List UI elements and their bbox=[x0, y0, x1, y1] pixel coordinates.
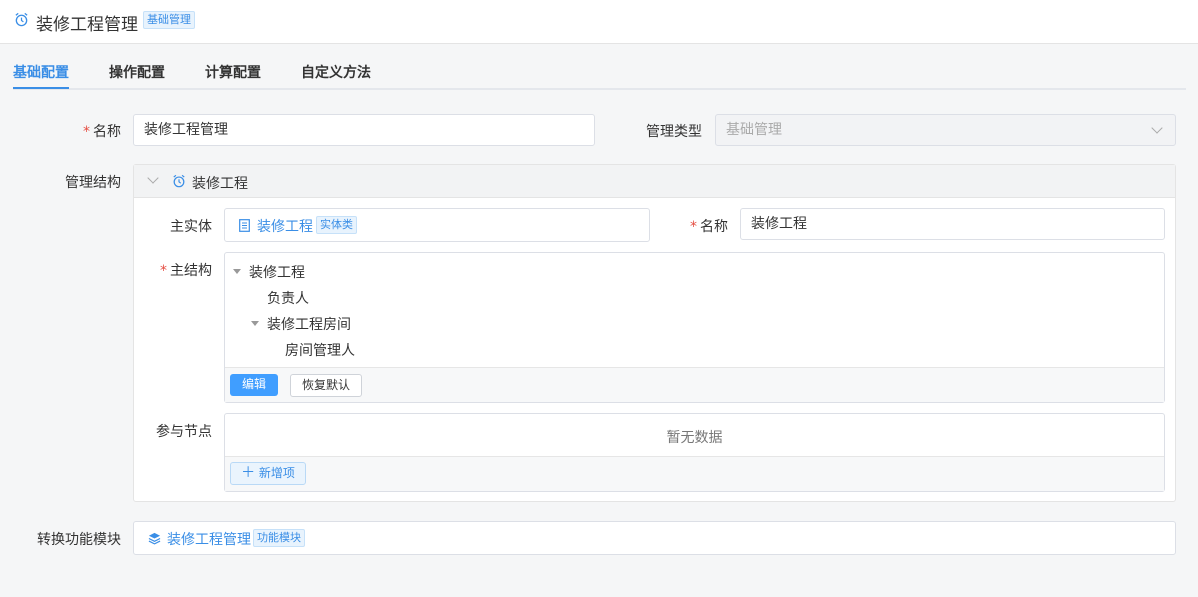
tab-active-indicator bbox=[13, 87, 69, 89]
tree-node-room[interactable]: 装修工程房间 bbox=[267, 314, 351, 334]
entity-name-label: * 名称 bbox=[690, 219, 728, 235]
document-icon bbox=[239, 219, 250, 232]
convert-module-field[interactable]: 装修工程管理 功能模块 bbox=[133, 521, 1176, 555]
chevron-down-icon bbox=[1151, 122, 1163, 134]
page-title-tag: 基础管理 bbox=[143, 11, 195, 29]
tree-node-owner[interactable]: 负责人 bbox=[267, 288, 309, 308]
page-header: 装修工程管理 基础管理 bbox=[0, 0, 1198, 44]
chevron-down-icon bbox=[147, 172, 159, 184]
main-entity-tag: 实体类 bbox=[316, 216, 357, 234]
page-title: 装修工程管理 bbox=[36, 15, 138, 35]
empty-text: 暂无数据 bbox=[666, 430, 723, 446]
alarm-clock-icon bbox=[15, 12, 28, 27]
convert-module-value[interactable]: 装修工程管理 bbox=[167, 529, 251, 549]
caret-down-icon[interactable] bbox=[251, 321, 259, 326]
convert-module-tag: 功能模块 bbox=[253, 529, 305, 547]
layers-icon bbox=[148, 532, 161, 545]
tab-calculation-config[interactable]: 计算配置 bbox=[205, 62, 261, 82]
structure-panel: 装修工程 主实体 装修工程 实体类 * 名称 装修工程 * 主结构 装修工程 负责人… bbox=[133, 164, 1176, 502]
tree-node-room-manager[interactable]: 房间管理人 bbox=[285, 340, 355, 360]
structure-label: 管理结构 bbox=[65, 175, 121, 191]
main-entity-value[interactable]: 装修工程 bbox=[257, 216, 313, 236]
edit-button[interactable]: 编辑 bbox=[230, 374, 278, 396]
nodes-toolbar: ＋ 新增项 bbox=[225, 456, 1164, 491]
tab-operation-config[interactable]: 操作配置 bbox=[109, 62, 165, 82]
reset-default-button[interactable]: 恢复默认 bbox=[290, 374, 362, 397]
main-entity-field[interactable]: 装修工程 实体类 bbox=[224, 208, 650, 242]
required-mark: * bbox=[83, 124, 90, 140]
main-structure-tree: 装修工程 负责人 装修工程房间 房间管理人 编辑 恢复默认 bbox=[224, 252, 1165, 403]
alarm-clock-icon bbox=[173, 174, 185, 188]
name-label: * 名称 bbox=[83, 124, 121, 140]
tree-toolbar: 编辑 恢复默认 bbox=[225, 367, 1164, 402]
required-mark: * bbox=[160, 263, 167, 279]
management-type-label: 管理类型 bbox=[646, 124, 702, 140]
name-input[interactable]: 装修工程管理 bbox=[133, 114, 595, 146]
convert-module-label: 转换功能模块 bbox=[37, 532, 121, 548]
required-mark: * bbox=[690, 219, 697, 235]
tab-basic-config[interactable]: 基础配置 bbox=[13, 62, 69, 82]
tree-node-root[interactable]: 装修工程 bbox=[249, 262, 305, 282]
main-structure-label: * 主结构 bbox=[160, 263, 212, 279]
caret-down-icon[interactable] bbox=[233, 269, 241, 274]
plus-icon: ＋ bbox=[241, 465, 256, 481]
structure-panel-title: 装修工程 bbox=[192, 176, 248, 192]
main-entity-label: 主实体 bbox=[170, 219, 212, 235]
add-item-button[interactable]: ＋ 新增项 bbox=[230, 462, 306, 485]
participating-nodes-label: 参与节点 bbox=[156, 424, 212, 440]
tab-bar: 基础配置 操作配置 计算配置 自定义方法 bbox=[13, 44, 1186, 90]
tab-custom-method[interactable]: 自定义方法 bbox=[301, 62, 371, 82]
entity-name-input[interactable]: 装修工程 bbox=[740, 208, 1165, 240]
structure-panel-header[interactable]: 装修工程 bbox=[134, 165, 1175, 198]
participating-nodes-list: 暂无数据 ＋ 新增项 bbox=[224, 413, 1165, 492]
management-type-select[interactable]: 基础管理 bbox=[715, 114, 1176, 146]
management-type-value: 基础管理 bbox=[726, 122, 782, 138]
